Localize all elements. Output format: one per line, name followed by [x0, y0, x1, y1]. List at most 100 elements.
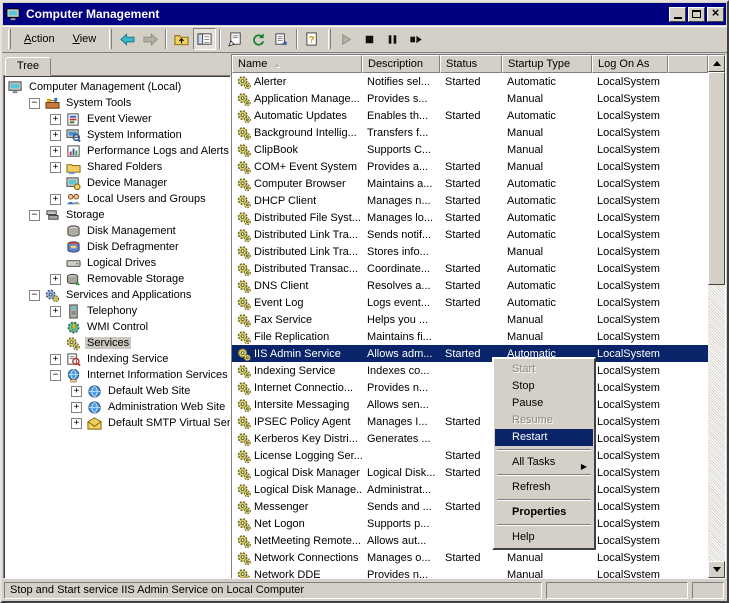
tree-item-system-information[interactable]: +System Information [4, 127, 230, 143]
menu-action[interactable]: Action [15, 30, 64, 48]
tree-collapse-toggle[interactable]: − [29, 290, 40, 301]
service-row-distributed-link-tra[interactable]: Distributed Link Tra...Sends notif...Sta… [232, 226, 708, 243]
show-hide-tree-button[interactable] [193, 28, 216, 50]
service-row-alerter[interactable]: AlerterNotifies sel...StartedAutomaticLo… [232, 73, 708, 90]
service-row-event-log[interactable]: Event LogLogs event...StartedAutomaticLo… [232, 294, 708, 311]
restart-service-button[interactable] [404, 28, 427, 50]
service-row-distributed-link-tra[interactable]: Distributed Link Tra...Stores info...Man… [232, 243, 708, 260]
minimize-button[interactable] [669, 7, 686, 22]
tree-expand-toggle[interactable]: + [50, 114, 61, 125]
service-row-com-event-system[interactable]: COM+ Event SystemProvides a...StartedMan… [232, 158, 708, 175]
refresh-button[interactable] [247, 28, 270, 50]
context-menu-item-help[interactable]: Help [495, 529, 593, 546]
tree-item-device-manager[interactable]: Device Manager [4, 175, 230, 191]
tree-item-logical-drives[interactable]: Logical Drives [4, 255, 230, 271]
column-header-description[interactable]: Description [362, 55, 440, 73]
export-list-button[interactable] [270, 28, 293, 50]
tree-item-removable-storage[interactable]: +Removable Storage [4, 271, 230, 287]
back-button[interactable] [116, 28, 139, 50]
tree-item-computer-management-local[interactable]: Computer Management (Local) [4, 79, 230, 95]
service-row-net-logon[interactable]: Net LogonSupports p...LocalSystem [232, 515, 708, 532]
tree-expand-toggle[interactable]: + [50, 354, 61, 365]
service-row-dhcp-client[interactable]: DHCP ClientManages n...StartedAutomaticL… [232, 192, 708, 209]
column-header-name[interactable]: Name▲ [232, 55, 362, 73]
service-row-fax-service[interactable]: Fax ServiceHelps you ...ManualLocalSyste… [232, 311, 708, 328]
tree-item-local-users-and-groups[interactable]: +Local Users and Groups [4, 191, 230, 207]
service-row-distributed-file-syst[interactable]: Distributed File Syst...Manages lo...Sta… [232, 209, 708, 226]
help-button[interactable]: ? [301, 28, 324, 50]
tree-expand-toggle[interactable]: + [50, 274, 61, 285]
tab-tree[interactable]: Tree [5, 57, 51, 76]
context-menu-item-properties[interactable]: Properties [495, 504, 593, 521]
service-row-logical-disk-manage[interactable]: Logical Disk Manage...Administrat...Loca… [232, 481, 708, 498]
pause-service-button[interactable] [381, 28, 404, 50]
close-button[interactable]: × [707, 7, 724, 22]
stop-service-button[interactable] [358, 28, 381, 50]
service-row-dns-client[interactable]: DNS ClientResolves a...StartedAutomaticL… [232, 277, 708, 294]
service-row-network-connections[interactable]: Network ConnectionsManages o...StartedMa… [232, 549, 708, 566]
tree-item-shared-folders[interactable]: +Shared Folders [4, 159, 230, 175]
service-row-file-replication[interactable]: File ReplicationMaintains fi...ManualLoc… [232, 328, 708, 345]
menu-view[interactable]: View [64, 30, 106, 48]
context-menu-item-restart[interactable]: Restart [495, 429, 593, 446]
tree-item-services[interactable]: Services [4, 335, 230, 351]
tree-item-internet-information-services[interactable]: −Internet Information Services [4, 367, 230, 383]
column-header-log-on-as[interactable]: Log On As [592, 55, 668, 73]
tree-item-services-and-applications[interactable]: −Services and Applications [4, 287, 230, 303]
tree-expand-toggle[interactable]: + [50, 162, 61, 173]
tree-item-indexing-service[interactable]: +Indexing Service [4, 351, 230, 367]
up-one-level-button[interactable] [170, 28, 193, 50]
service-row-clipbook[interactable]: ClipBookSupports C...ManualLocalSystem [232, 141, 708, 158]
tree-expand-toggle[interactable]: + [71, 402, 82, 413]
vertical-scrollbar[interactable] [708, 55, 725, 578]
tree-item-disk-management[interactable]: Disk Management [4, 223, 230, 239]
scroll-down-button[interactable] [708, 561, 725, 578]
tree-expand-toggle[interactable]: + [71, 418, 82, 429]
tree-item-disk-defragmenter[interactable]: Disk Defragmenter [4, 239, 230, 255]
tree-collapse-toggle[interactable]: − [50, 370, 61, 381]
scroll-up-button[interactable] [708, 55, 725, 72]
context-menu-item-stop[interactable]: Stop [495, 378, 593, 395]
context-menu-item-all-tasks[interactable]: All Tasks▶ [495, 454, 593, 471]
service-row-background-intellig[interactable]: Background Intellig...Transfers f...Manu… [232, 124, 708, 141]
context-menu-item-refresh[interactable]: Refresh [495, 479, 593, 496]
tree-item-default-web-site[interactable]: +Default Web Site [4, 383, 230, 399]
service-row-intersite-messaging[interactable]: Intersite MessagingAllows sen...LocalSys… [232, 396, 708, 413]
service-row-ipsec-policy-agent[interactable]: IPSEC Policy AgentManages I...StartedLoc… [232, 413, 708, 430]
service-row-automatic-updates[interactable]: Automatic UpdatesEnables th...StartedAut… [232, 107, 708, 124]
context-menu-item-pause[interactable]: Pause [495, 395, 593, 412]
tree-expand-toggle[interactable]: + [50, 130, 61, 141]
service-row-messenger[interactable]: MessengerSends and ...StartedLocalSystem [232, 498, 708, 515]
tree-expand-toggle[interactable]: + [50, 146, 61, 157]
service-row-internet-connectio[interactable]: Internet Connectio...Provides n...LocalS… [232, 379, 708, 396]
tree-expand-toggle[interactable]: + [50, 306, 61, 317]
tree-collapse-toggle[interactable]: − [29, 210, 40, 221]
scrollbar-thumb[interactable] [708, 72, 725, 285]
service-row-computer-browser[interactable]: Computer BrowserMaintains a...StartedAut… [232, 175, 708, 192]
service-row-indexing-service[interactable]: Indexing ServiceIndexes co...LocalSystem [232, 362, 708, 379]
scrollbar-track[interactable] [708, 72, 725, 561]
properties-button[interactable] [224, 28, 247, 50]
tree-item-default-smtp-virtual-server[interactable]: +Default SMTP Virtual Server [4, 415, 230, 431]
service-row-application-manage[interactable]: Application Manage...Provides s...Manual… [232, 90, 708, 107]
column-header-startup-type[interactable]: Startup Type [502, 55, 592, 73]
tree-item-system-tools[interactable]: −System Tools [4, 95, 230, 111]
tree-item-storage[interactable]: −Storage [4, 207, 230, 223]
service-row-kerberos-key-distri[interactable]: Kerberos Key Distri...Generates ...Local… [232, 430, 708, 447]
tree-collapse-toggle[interactable]: − [29, 98, 40, 109]
tree-item-telephony[interactable]: +Telephony [4, 303, 230, 319]
service-row-logical-disk-manager[interactable]: Logical Disk ManagerLogical Disk...Start… [232, 464, 708, 481]
maximize-button[interactable] [688, 7, 705, 22]
tree-item-performance-logs-and-alerts[interactable]: +Performance Logs and Alerts [4, 143, 230, 159]
column-header-status[interactable]: Status [440, 55, 502, 73]
service-row-network-dde[interactable]: Network DDEProvides n...ManualLocalSyste… [232, 566, 708, 578]
service-row-netmeeting-remote[interactable]: NetMeeting Remote...Allows aut...LocalSy… [232, 532, 708, 549]
tree-item-event-viewer[interactable]: +Event Viewer [4, 111, 230, 127]
tree-item-administration-web-site[interactable]: +Administration Web Site [4, 399, 230, 415]
tree-expand-toggle[interactable]: + [50, 194, 61, 205]
service-row-iis-admin-service[interactable]: IIS Admin ServiceAllows adm...StartedAut… [232, 345, 708, 362]
tree-item-wmi-control[interactable]: WMI Control [4, 319, 230, 335]
service-row-license-logging-ser[interactable]: License Logging Ser...StartedLocalSystem [232, 447, 708, 464]
tree-expand-toggle[interactable]: + [71, 386, 82, 397]
service-row-distributed-transac[interactable]: Distributed Transac...Coordinate...Start… [232, 260, 708, 277]
